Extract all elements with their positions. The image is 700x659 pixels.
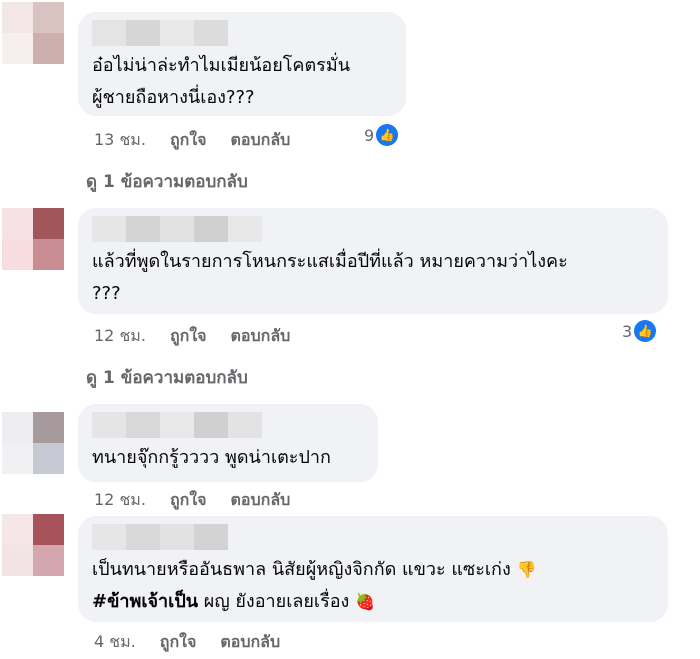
reply-button[interactable]: ตอบกลับ bbox=[231, 128, 291, 153]
hashtag-link[interactable]: #ข้าพเจ้าเป็น bbox=[92, 591, 198, 612]
strawberry-icon: 🍓 bbox=[355, 592, 375, 611]
timestamp[interactable]: 12 ชม. bbox=[94, 324, 146, 349]
comment-text-line: ทนายจุ๊กกรู้วววว พูดน่าเตะปาก bbox=[92, 447, 331, 468]
avatar[interactable] bbox=[2, 208, 64, 270]
like-thumb-icon: 👍 bbox=[376, 124, 399, 146]
avatar[interactable] bbox=[2, 514, 64, 576]
comment-bubble: เป็นทนายหรืออันธพาล นิสัยผู้หญิงจิกกัด แ… bbox=[78, 516, 668, 622]
like-button[interactable]: ถูกใจ bbox=[160, 630, 197, 655]
reaction-count: 3 bbox=[622, 321, 633, 341]
comment-bubble: อ๋อไม่น่าล่ะทำไมเมียน้อยโคตรมั่น ผู้ชายถ… bbox=[78, 12, 406, 116]
comment-text-line: #ข้าพเจ้าเป็น ผญ ยังอายเลยเรื่อง 🍓 bbox=[92, 586, 375, 618]
like-button[interactable]: ถูกใจ bbox=[170, 128, 207, 153]
view-replies-link[interactable]: ดู 1 ข้อความตอบกลับ bbox=[86, 168, 248, 195]
comment-actions: 13 ชม. ถูกใจ ตอบกลับ bbox=[94, 128, 290, 153]
author-name-redacted[interactable] bbox=[92, 412, 262, 438]
like-button[interactable]: ถูกใจ bbox=[170, 324, 207, 349]
comment-text-line: ผู้ชายถือหางนี่เอง??? bbox=[92, 87, 255, 108]
comment-bubble: แล้วที่พูดในรายการโหนกระแสเมื่อปีที่แล้ว… bbox=[78, 208, 668, 314]
reply-button[interactable]: ตอบกลับ bbox=[231, 488, 291, 513]
avatar[interactable] bbox=[2, 2, 64, 64]
like-button[interactable]: ถูกใจ bbox=[170, 488, 207, 513]
reaction-summary[interactable]: 3 👍 bbox=[622, 320, 657, 342]
author-name-redacted[interactable] bbox=[92, 20, 228, 46]
timestamp[interactable]: 12 ชม. bbox=[94, 488, 146, 513]
thumbs-down-icon: 👎 bbox=[516, 560, 537, 579]
comment-text-line: อ๋อไม่น่าล่ะทำไมเมียน้อยโคตรมั่น bbox=[92, 55, 351, 76]
reaction-summary[interactable]: 9 👍 bbox=[364, 124, 399, 146]
comment-bubble: ทนายจุ๊กกรู้วววว พูดน่าเตะปาก bbox=[78, 404, 378, 482]
comment-actions: 12 ชม. ถูกใจ ตอบกลับ bbox=[94, 324, 290, 349]
reaction-count: 9 bbox=[364, 125, 375, 145]
like-thumb-icon: 👍 bbox=[634, 320, 657, 342]
author-name-redacted[interactable] bbox=[92, 216, 262, 242]
reply-button[interactable]: ตอบกลับ bbox=[231, 324, 291, 349]
timestamp[interactable]: 13 ชม. bbox=[94, 128, 146, 153]
comment-text: เป็นทนายหรืออันธพาล นิสัยผู้หญิงจิกกัด แ… bbox=[92, 559, 511, 580]
comment-text-line: แล้วที่พูดในรายการโหนกระแสเมื่อปีที่แล้ว… bbox=[92, 251, 568, 272]
view-replies-link[interactable]: ดู 1 ข้อความตอบกลับ bbox=[86, 364, 248, 391]
comment-text-line: เป็นทนายหรืออันธพาล นิสัยผู้หญิงจิกกัด แ… bbox=[92, 554, 536, 586]
author-name-redacted[interactable] bbox=[92, 524, 228, 550]
comment-actions: 4 ชม. ถูกใจ ตอบกลับ bbox=[94, 630, 280, 655]
comment-text: ผญ ยังอายเลยเรื่อง bbox=[198, 591, 350, 612]
reply-button[interactable]: ตอบกลับ bbox=[220, 630, 280, 655]
avatar[interactable] bbox=[2, 412, 64, 474]
comment-text-line: ??? bbox=[92, 283, 121, 304]
timestamp[interactable]: 4 ชม. bbox=[94, 630, 136, 655]
comment-actions: 12 ชม. ถูกใจ ตอบกลับ bbox=[94, 488, 290, 513]
